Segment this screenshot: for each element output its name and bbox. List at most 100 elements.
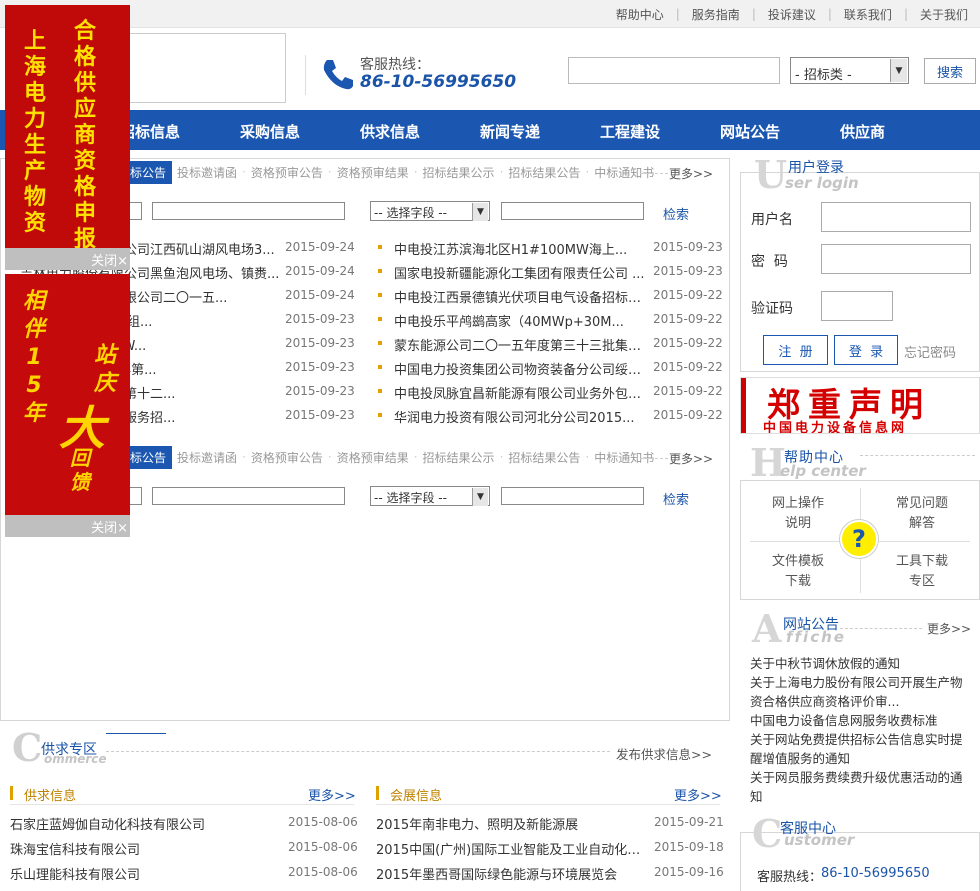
logo-area[interactable] [118, 33, 286, 103]
list-item[interactable]: 2015年墨西哥国际绿色能源与环境展览会 [376, 860, 652, 884]
nav-item-engineering[interactable]: 工程建设 [600, 121, 660, 142]
list-item[interactable]: 珠海宝信科技有限公司 [10, 835, 282, 859]
list-item-date: 2015-09-23 [285, 360, 355, 374]
statement-banner[interactable]: 郑重声明 中国电力设备信息网 [740, 377, 980, 434]
affiche-item[interactable]: 关于网员服务费续费升级优惠活动的通知 [750, 768, 965, 806]
affiche-item[interactable]: 关于网站免费提供招标公告信息实时提醒增值服务的通知 [750, 730, 965, 768]
list-item-title: 2015年墨西哥国际绿色能源与环境展览会 [376, 868, 618, 883]
tab-result-publicity[interactable]: 招标结果公示 [418, 164, 500, 181]
help-cell-line2: 专区 [908, 574, 935, 589]
top-links: 帮助中心 | 服务指南 | 投诉建议 | 联系我们 | 关于我们 [604, 0, 980, 28]
search-category-select[interactable]: - 招标类 - ▼ [790, 57, 909, 84]
nav-item-purchase[interactable]: 采购信息 [240, 121, 300, 142]
username-input[interactable] [821, 202, 971, 232]
search-input[interactable] [568, 57, 780, 84]
expo-title: 会展信息 [390, 789, 443, 804]
list-item[interactable]: 乐山理能科技有限公司 [10, 860, 282, 884]
list-item[interactable]: 中电投江苏滨海北区H1#100MW海上... [394, 235, 650, 259]
list-item[interactable]: 中电投江西景德镇光伏项目电气设备招标公... [394, 283, 650, 307]
nav-item-supply[interactable]: 供求信息 [360, 121, 420, 142]
customer-hotline-number: 86-10-56995650 [821, 866, 930, 881]
list-item-title: 中电投乐平鸬鹚高家（40MWp+30M... [394, 315, 624, 330]
field-select[interactable]: -- 选择字段 -- ▼ [370, 201, 490, 221]
captcha-input[interactable] [821, 291, 893, 321]
affiche-item[interactable]: 关于上海电力股份有限公司开展生产物资合格供应商资格评价审... [750, 673, 965, 711]
tab-invitation[interactable]: 投标邀请函 [172, 164, 242, 181]
top-link-about[interactable]: 关于我们 [908, 6, 980, 23]
list-item[interactable]: 中电投凤脉宜昌新能源有限公司业务外包招... [394, 379, 650, 403]
help-cell-line2: 解答 [908, 516, 935, 531]
list-item-title: 华润电力投资有限公司河北分公司2015... [394, 411, 635, 426]
nav-item-supplier[interactable]: 供应商 [840, 121, 885, 142]
list-item[interactable]: 中国电力投资集团公司物资装备分公司绥阳... [394, 355, 650, 379]
password-input[interactable] [821, 244, 971, 274]
nav-item-notice[interactable]: 网站公告 [720, 121, 780, 142]
top-link-contact[interactable]: 联系我们 [832, 6, 904, 23]
affiche-subtitle: ffiche [786, 628, 846, 646]
help-cell-line1: 常见问题 [895, 496, 948, 511]
login-button[interactable]: 登 录 [834, 335, 898, 365]
tab-prequal-result[interactable]: 资格预审结果 [332, 449, 414, 466]
tab-prequal-notice[interactable]: 资格预审公告 [246, 449, 328, 466]
divider [860, 455, 975, 456]
retrieve-button[interactable]: 检索 [663, 489, 689, 508]
affiche-more-link[interactable]: 更多>> [927, 620, 971, 637]
list-item[interactable]: 石家庄蓝姆伽自动化科技有限公司 [10, 810, 282, 834]
top-link-help[interactable]: 帮助中心 [604, 6, 676, 23]
more-link[interactable]: 更多>> [669, 450, 713, 467]
search-button[interactable]: 搜索 [924, 58, 976, 84]
ad-close-button[interactable]: 关闭× [5, 248, 130, 270]
register-button[interactable]: 注 册 [763, 335, 828, 365]
expo-bar [376, 786, 379, 800]
nav-item-news[interactable]: 新闻专递 [480, 121, 540, 142]
list-item[interactable]: 蒙东能源公司二〇一五年度第三十三批集中... [394, 331, 650, 355]
affiche-item[interactable]: 中国电力设备信息网服务收费标准 [750, 711, 965, 730]
list-item-date: 2015-09-24 [285, 240, 355, 254]
list-item-date: 2015-09-24 [285, 288, 355, 302]
help-templates[interactable]: 文件模板 下载 [743, 552, 853, 592]
list-item-date: 2015-09-21 [654, 815, 724, 829]
top-link-guide[interactable]: 服务指南 [680, 6, 752, 23]
keyword-input[interactable] [152, 202, 345, 220]
tab-prequal-result[interactable]: 资格预审结果 [332, 164, 414, 181]
tab-invitation[interactable]: 投标邀请函 [172, 449, 242, 466]
affiche-item[interactable]: 关于中秋节调休放假的通知 [750, 654, 965, 673]
help-tools[interactable]: 工具下载 专区 [867, 552, 977, 592]
list-item-title: 中电投江西景德镇光伏项目电气设备招标公... [394, 291, 650, 306]
list-item[interactable]: 2015年南非电力、照明及新能源展 [376, 810, 652, 834]
forgot-password-link[interactable]: 忘记密码 [904, 342, 956, 361]
list-item[interactable]: 2015中国(广州)国际工业智能及工业自动化展览 [376, 835, 652, 859]
list-item[interactable]: 国家电投新疆能源化工集团有限责任公司 ... [394, 259, 650, 283]
list-item[interactable]: 华润电力投资有限公司河北分公司2015... [394, 403, 650, 427]
retrieve-button[interactable]: 检索 [663, 204, 689, 223]
tab-result-publicity[interactable]: 招标结果公示 [418, 449, 500, 466]
value-input[interactable] [501, 202, 644, 220]
supply-more-link[interactable]: 更多>> [308, 785, 356, 804]
top-bar: 帮助中心 | 服务指南 | 投诉建议 | 联系我们 | 关于我们 [0, 0, 980, 28]
field-select[interactable]: -- 选择字段 -- ▼ [370, 486, 490, 506]
top-link-complaint[interactable]: 投诉建议 [756, 6, 828, 23]
chevron-down-icon: ▼ [472, 203, 488, 221]
ad-close-button[interactable]: 关闭× [5, 515, 130, 537]
list-item-date: 2015-09-23 [653, 264, 723, 278]
login-subtitle: ser login [785, 174, 859, 192]
list-item[interactable]: 中电投乐平鸬鹚高家（40MWp+30M... [394, 307, 650, 331]
more-link[interactable]: 更多>> [669, 165, 713, 182]
tab-result-notice[interactable]: 招标结果公告 [503, 449, 585, 466]
ad-banner-supplier[interactable]: 上海电力生产物资 合格供应商资格申报 [5, 5, 130, 248]
tab-award-letter[interactable]: 中标通知书 [589, 164, 659, 181]
expo-more-link[interactable]: 更多>> [674, 785, 722, 804]
help-online-guide[interactable]: 网上操作 说明 [743, 494, 853, 534]
help-faq[interactable]: 常见问题 解答 [867, 494, 977, 534]
supply-bar [10, 786, 13, 800]
ad-banner-anniversary[interactable]: 相伴15年 站庆 大 回馈 [5, 274, 130, 515]
tab-prequal-notice[interactable]: 资格预审公告 [246, 164, 328, 181]
question-icon: ? [840, 520, 878, 558]
tab-result-notice[interactable]: 招标结果公告 [503, 164, 585, 181]
tab-award-letter[interactable]: 中标通知书 [589, 449, 659, 466]
main-nav: 招标信息 采购信息 供求信息 新闻专递 工程建设 网站公告 供应商 [0, 110, 980, 150]
value-input[interactable] [501, 487, 644, 505]
keyword-input[interactable] [152, 487, 345, 505]
help-subtitle: elp center [780, 462, 866, 480]
publish-supply-link[interactable]: 发布供求信息>> [616, 744, 712, 763]
